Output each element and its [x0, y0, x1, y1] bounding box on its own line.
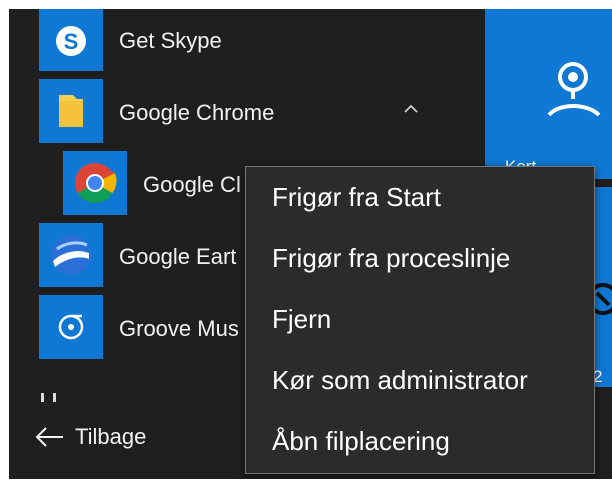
svg-text:S: S — [64, 29, 79, 54]
app-folder-google-chrome[interactable]: Google Chrome — [9, 75, 485, 147]
menu-item-label: Kør som administrator — [272, 364, 528, 395]
chrome-icon — [63, 151, 127, 215]
arrow-left-icon — [35, 427, 63, 447]
menu-item-unpin-from-taskbar[interactable]: Frigør fra proceslinje — [246, 228, 594, 288]
app-label: Google Chrome — [119, 100, 275, 125]
menu-item-label: Frigør fra proceslinje — [272, 242, 511, 273]
section-header-marker[interactable] — [39, 389, 79, 409]
app-label: Google Eart — [119, 244, 237, 269]
app-label: Get Skype — [119, 28, 222, 53]
menu-item-uninstall[interactable]: Fjern — [246, 289, 594, 349]
menu-item-open-file-location[interactable]: Åbn filplacering — [246, 411, 594, 471]
back-button[interactable]: Tilbage — [33, 415, 146, 459]
groove-music-icon — [39, 295, 103, 359]
map-pin-icon — [547, 62, 601, 117]
google-earth-icon — [39, 223, 103, 287]
skype-icon: S — [39, 9, 103, 71]
chevron-up-icon[interactable] — [401, 99, 421, 119]
menu-item-run-as-administrator[interactable]: Kør som administrator — [246, 350, 594, 410]
app-item-get-skype[interactable]: S Get Skype — [9, 9, 485, 75]
app-label: Google Cl — [143, 172, 241, 197]
maps-tile[interactable]: Kort — [485, 9, 612, 179]
back-label: Tilbage — [75, 424, 147, 449]
menu-item-label: Fjern — [272, 303, 332, 334]
menu-item-label: Frigør fra Start — [272, 181, 442, 212]
folder-icon — [39, 79, 103, 143]
menu-item-unpin-from-start[interactable]: Frigør fra Start — [246, 167, 594, 227]
start-menu: S Get Skype Google Chrome Google Cl Goog… — [9, 9, 612, 479]
app-label: Groove Mus — [119, 316, 239, 341]
context-menu: Frigør fra Start Frigør fra proceslinje … — [245, 166, 595, 474]
menu-item-label: Åbn filplacering — [272, 425, 450, 456]
